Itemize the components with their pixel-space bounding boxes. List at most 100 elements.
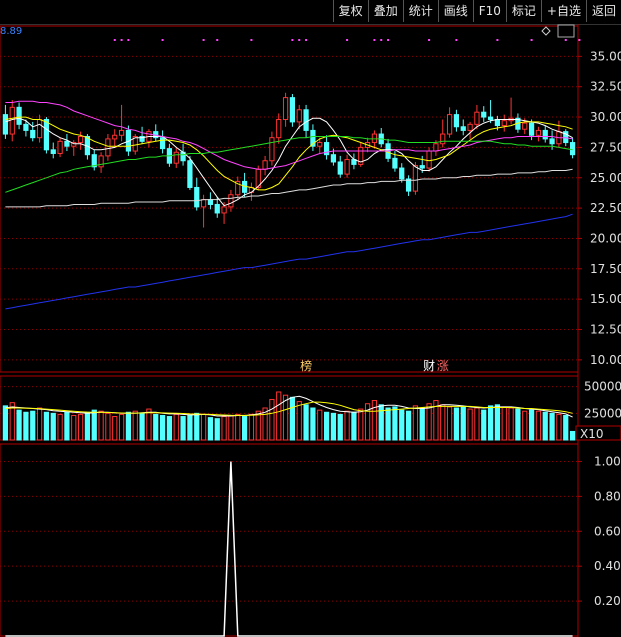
volume-bar xyxy=(166,416,173,441)
candle-body xyxy=(50,149,56,154)
toolbar-button-f10[interactable]: F10 xyxy=(472,0,506,22)
toolbar-button-add-favorite[interactable]: +自选 xyxy=(540,0,586,22)
candle-body xyxy=(344,159,350,175)
candle-body xyxy=(405,178,412,192)
candle-body xyxy=(474,111,480,125)
top-dot-mark xyxy=(291,39,294,41)
volume-bar xyxy=(351,411,357,441)
candle xyxy=(282,92,289,127)
candle xyxy=(351,153,357,170)
volume-bar xyxy=(317,409,323,441)
candle xyxy=(371,130,378,149)
toolbar-button-restore-rights[interactable]: 复权 xyxy=(332,0,368,22)
candle-body xyxy=(412,165,419,192)
volume-bar xyxy=(563,414,569,441)
top-dots xyxy=(113,39,581,41)
volume-bar xyxy=(276,391,282,441)
volume-bar xyxy=(77,413,84,441)
volume-bar xyxy=(221,416,227,441)
candle xyxy=(358,142,364,167)
stock-chart: 10.00 12.50 15.00 17.50 20.00 22.50 25.00 27.50… xyxy=(0,24,621,637)
candle xyxy=(569,137,576,159)
volume-bar xyxy=(16,409,22,441)
volume-bar xyxy=(392,406,398,441)
candle xyxy=(453,109,460,132)
candle-body xyxy=(64,140,70,147)
top-dot-mark xyxy=(113,39,116,41)
candle-body xyxy=(317,142,323,147)
event-marker: 财 xyxy=(423,359,435,373)
candle-body xyxy=(262,160,268,170)
candle xyxy=(57,137,63,158)
candles xyxy=(2,92,576,228)
indicator-panel-border xyxy=(0,443,579,637)
volume-bar xyxy=(214,418,220,441)
candle-body xyxy=(569,142,576,156)
volume-bar xyxy=(508,407,514,441)
price-tick-label: 25.00 xyxy=(590,171,621,185)
candle xyxy=(310,124,316,152)
top-dot-mark xyxy=(250,39,253,41)
volume-bar xyxy=(91,409,97,441)
volume-bar xyxy=(542,411,548,441)
scroll-box-icon xyxy=(557,24,575,38)
candle xyxy=(36,114,43,143)
candle xyxy=(487,100,494,124)
top-dot-mark xyxy=(578,39,581,41)
toolbar-button-back[interactable]: 返回 xyxy=(585,0,621,22)
candle-body xyxy=(105,138,111,157)
top-dot-mark xyxy=(127,39,130,41)
volume-bar xyxy=(112,416,118,441)
volume-bar xyxy=(30,410,36,441)
top-dot-mark xyxy=(428,39,431,41)
volume-bar xyxy=(64,411,70,441)
volume-bar xyxy=(446,406,453,441)
volume-bar xyxy=(535,410,542,441)
volume-bar xyxy=(173,413,179,441)
ma-line-ma20 xyxy=(5,100,573,170)
volume-bar xyxy=(23,411,29,441)
volume-bar xyxy=(453,407,460,441)
toolbar-button-draw-line[interactable]: 画线 xyxy=(437,0,473,22)
volume-bar xyxy=(289,396,296,441)
candle xyxy=(112,129,118,147)
candle xyxy=(146,129,152,148)
top-dot-mark xyxy=(161,39,164,41)
candle xyxy=(77,131,84,150)
candle xyxy=(446,107,453,138)
candle xyxy=(323,135,330,160)
candle-body xyxy=(112,134,118,140)
price-panel-border xyxy=(0,25,579,373)
toolbar-button-statistics[interactable]: 统计 xyxy=(402,0,438,22)
candle-body xyxy=(467,123,473,131)
top-dot-mark xyxy=(530,39,533,41)
volume-bar xyxy=(248,413,255,441)
candle xyxy=(159,130,166,154)
indicator-tick-label: 0.20 xyxy=(594,594,621,608)
candle xyxy=(153,124,159,142)
price-tick-label: 12.50 xyxy=(590,323,621,337)
toolbar-button-overlay[interactable]: 叠加 xyxy=(367,0,403,22)
volume-bar xyxy=(159,414,166,441)
candle-body xyxy=(23,123,29,131)
volume-bar xyxy=(323,411,330,441)
toolbar-button-mark[interactable]: 标记 xyxy=(505,0,541,22)
volume-bar xyxy=(255,410,261,441)
ma-line-ma5 xyxy=(5,117,573,207)
price-tick-label: 17.50 xyxy=(590,262,621,276)
candle-body xyxy=(303,109,309,131)
candle-body xyxy=(337,161,343,175)
volume-bar xyxy=(194,412,200,441)
top-dot-mark xyxy=(564,39,567,41)
candle-body xyxy=(16,106,22,125)
candle-body xyxy=(214,203,220,214)
candle xyxy=(276,113,282,144)
volume-bar xyxy=(43,411,50,441)
candle-body xyxy=(446,114,453,135)
candle xyxy=(344,154,350,178)
volume-bar xyxy=(235,413,241,441)
candle-body xyxy=(419,165,425,169)
volume-bar xyxy=(385,407,391,441)
candle xyxy=(64,134,70,152)
volume-bar xyxy=(118,413,125,441)
